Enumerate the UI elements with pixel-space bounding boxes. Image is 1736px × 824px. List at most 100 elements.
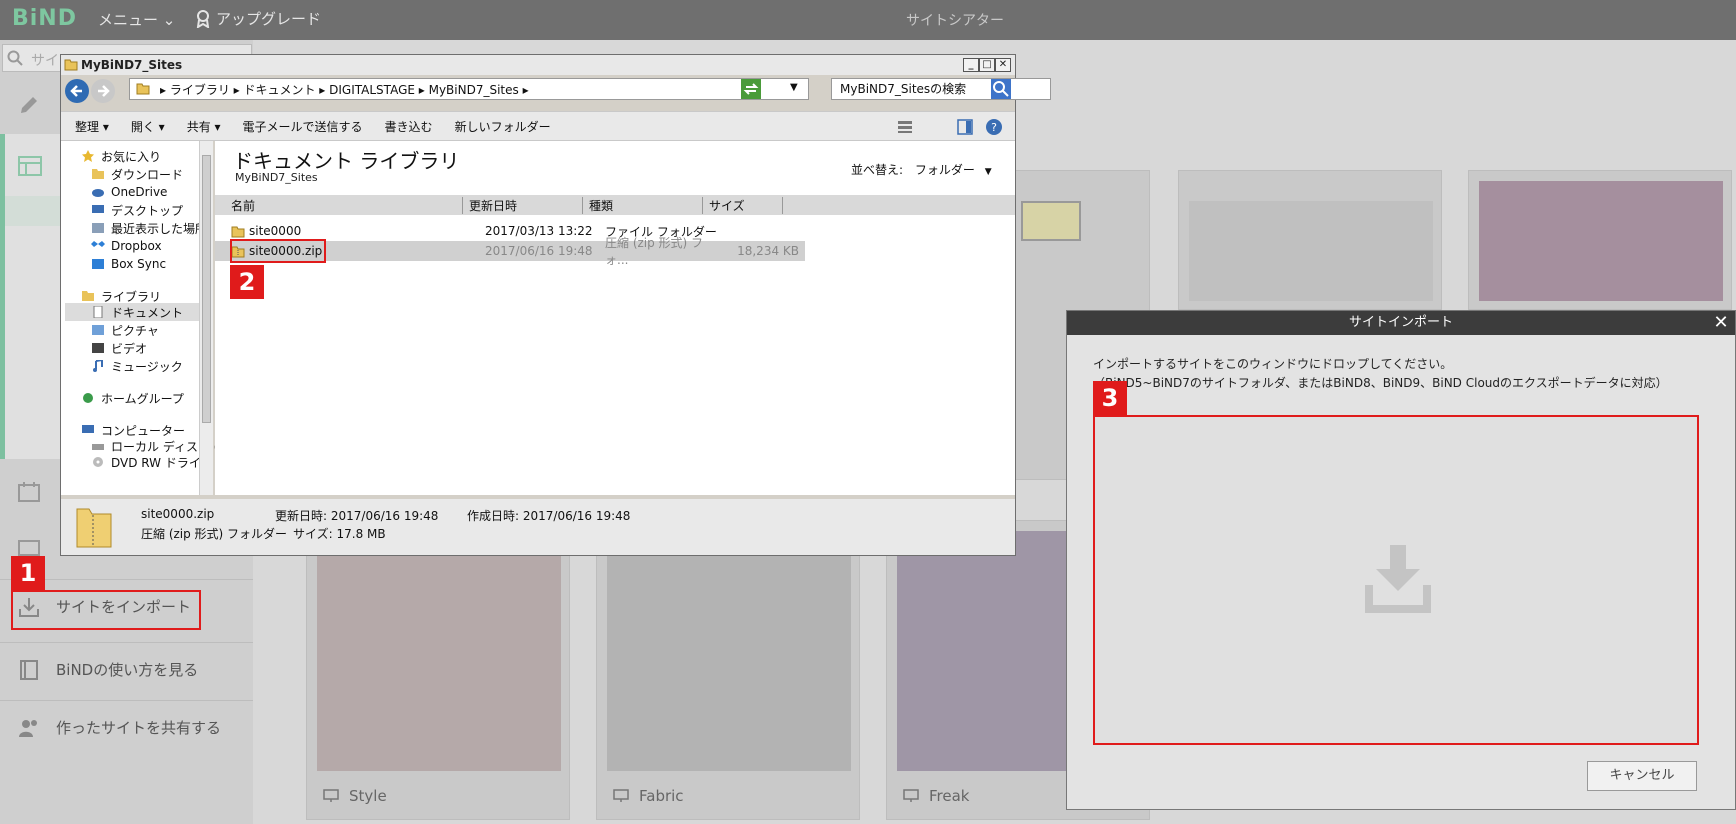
detail-created: 作成日時: 2017/06/16 19:48 xyxy=(467,509,631,523)
template-thumbnail xyxy=(317,531,561,771)
detail-size: サイズ: 17.8 MB xyxy=(293,527,386,541)
explorer-search-input[interactable]: MyBiND7_Sitesの検索 xyxy=(831,78,1051,100)
nav-item-boxsync[interactable]: Box Sync xyxy=(91,255,166,273)
document-icon xyxy=(93,306,103,318)
step-badge-3: 3 xyxy=(1093,381,1127,415)
upgrade-button[interactable]: アップグレード xyxy=(196,8,321,29)
help-icon[interactable]: ? xyxy=(985,118,1003,136)
search-button[interactable] xyxy=(991,79,1011,99)
organize-button[interactable]: 整理 ▾ xyxy=(75,118,109,135)
refresh-icon xyxy=(743,83,759,95)
dialog-title: サイトインポート xyxy=(1067,311,1735,335)
sort-value: フォルダー xyxy=(914,163,975,177)
col-name[interactable]: 名前 xyxy=(215,196,463,214)
share-button[interactable]: 共有 ▾ xyxy=(187,118,221,135)
menu-label: メニュー xyxy=(98,11,159,29)
maximize-button[interactable]: □ xyxy=(979,58,995,72)
search-icon xyxy=(993,81,1009,97)
active-indicator xyxy=(0,134,5,459)
content-pane: ドキュメント ライブラリ MyBiND7_Sites 並べ替え: フォルダー ▼… xyxy=(215,141,1015,495)
nav-scrollbar[interactable] xyxy=(199,141,213,495)
download-icon xyxy=(1365,545,1431,613)
template-thumbnail xyxy=(1189,201,1433,301)
detail-name: site0000.zip xyxy=(141,507,215,521)
detail-modified: 更新日時: 2017/06/16 19:48 xyxy=(275,509,439,523)
email-button[interactable]: 電子メールで送信する xyxy=(243,118,363,135)
sort-by-control[interactable]: 並べ替え: フォルダー ▼ xyxy=(851,161,992,178)
open-button[interactable]: 開く ▾ xyxy=(131,118,165,135)
dialog-close-icon[interactable]: ✕ xyxy=(1711,313,1731,333)
nav-label: ビデオ xyxy=(111,341,148,356)
library-subtitle: MyBiND7_Sites xyxy=(235,171,318,184)
burn-button[interactable]: 書き込む xyxy=(385,118,433,135)
nav-item-desktop[interactable]: デスクトップ xyxy=(91,201,183,219)
scrollbar-thumb[interactable] xyxy=(202,155,211,423)
file-type: 圧縮 (zip 形式) フォ... xyxy=(605,236,704,267)
template-thumbnail xyxy=(1021,201,1081,241)
explorer-title-bar[interactable]: MyBiND7_Sites _ □ ✕ xyxy=(61,55,1015,75)
nav-item-videos[interactable]: ビデオ xyxy=(91,339,147,357)
explorer-toolbar: 整理 ▾ 開く ▾ 共有 ▾ 電子メールで送信する 書き込む 新しいフォルダー … xyxy=(61,111,1015,141)
folder-icon xyxy=(92,169,104,179)
nav-label: ピクチャ xyxy=(111,323,159,338)
homegroup-icon xyxy=(83,393,93,403)
import-dialog: サイトインポート ✕ インポートするサイトをこのウィンドウにドロップしてください… xyxy=(1066,310,1736,810)
address-bar[interactable]: ▸ ライブラリ ▸ ドキュメント ▸ DIGITALSTAGE ▸ MyBiND… xyxy=(129,78,809,100)
folder-icon xyxy=(231,226,245,237)
template-card[interactable] xyxy=(1468,170,1732,310)
preview-pane-icon[interactable] xyxy=(957,119,973,135)
nav-label: ドキュメント xyxy=(111,305,184,320)
layout-icon[interactable] xyxy=(18,156,42,176)
address-dropdown-icon[interactable]: ▼ xyxy=(790,82,798,93)
calendar-icon[interactable] xyxy=(18,482,40,502)
new-folder-button[interactable]: 新しいフォルダー xyxy=(455,118,551,135)
template-card-fabric[interactable]: Fabric xyxy=(596,520,860,820)
template-thumbnail xyxy=(607,531,851,771)
search-icon xyxy=(7,50,23,66)
template-thumbnail xyxy=(1479,181,1723,301)
search-field-value: MyBiND7_Sitesの検索 xyxy=(840,82,967,96)
dvd-icon xyxy=(93,457,103,467)
col-type[interactable]: 種類 xyxy=(583,196,703,214)
view-options-icon[interactable] xyxy=(897,120,913,134)
card-title: Style xyxy=(349,787,387,805)
template-card[interactable] xyxy=(1178,170,1442,310)
col-size[interactable]: サイズ xyxy=(703,196,783,214)
card-label: Style xyxy=(323,787,387,805)
nav-item-downloads[interactable]: ダウンロード xyxy=(91,165,183,183)
nav-label: お気に入り xyxy=(101,149,162,164)
nav-item-dvd[interactable]: DVD RW ドライブ xyxy=(91,453,213,471)
menu-button[interactable]: メニュー ⌄ xyxy=(98,9,175,30)
edit-tool[interactable] xyxy=(0,74,60,134)
close-button[interactable]: ✕ xyxy=(995,58,1011,72)
nav-item-pictures[interactable]: ピクチャ xyxy=(91,321,159,339)
nav-favorites[interactable]: お気に入り xyxy=(81,147,161,165)
window-title: サイトシアター xyxy=(906,13,1004,29)
refresh-button[interactable] xyxy=(741,79,761,99)
monitor-icon xyxy=(613,789,629,802)
howto-button[interactable]: BiNDの使い方を見る xyxy=(0,642,253,696)
card-label: Freak xyxy=(903,787,969,805)
template-card-style[interactable]: Style xyxy=(306,520,570,820)
nav-homegroup[interactable]: ホームグループ xyxy=(81,389,184,407)
file-size: 18,234 KB xyxy=(737,244,799,258)
nav-item-dropbox[interactable]: Dropbox xyxy=(91,237,162,255)
back-button[interactable] xyxy=(65,79,89,103)
pencil-icon xyxy=(21,97,37,113)
minimize-button[interactable]: _ xyxy=(963,58,979,72)
chevron-down-icon: ▼ xyxy=(984,167,992,177)
col-date[interactable]: 更新日時 xyxy=(463,196,583,214)
nav-item-documents[interactable]: ドキュメント xyxy=(91,303,183,321)
breadcrumb[interactable]: ▸ ライブラリ ▸ ドキュメント ▸ DIGITALSTAGE ▸ MyBiND… xyxy=(160,81,529,98)
nav-item-music[interactable]: ミュージック xyxy=(91,357,183,375)
forward-button[interactable] xyxy=(91,79,115,103)
dialog-message: インポートするサイトをこのウィンドウにドロップしてください。 xyxy=(1093,357,1453,371)
nav-item-recent[interactable]: 最近表示した場所 xyxy=(91,219,207,237)
drop-zone[interactable] xyxy=(1093,415,1699,745)
cancel-button[interactable]: キャンセル xyxy=(1587,761,1697,791)
nav-item-onedrive[interactable]: OneDrive xyxy=(91,183,167,201)
users-icon xyxy=(19,719,37,737)
monitor-icon xyxy=(323,789,339,802)
nav-label: ライブラリ xyxy=(101,289,162,304)
share-site-button[interactable]: 作ったサイトを共有する xyxy=(0,700,253,754)
